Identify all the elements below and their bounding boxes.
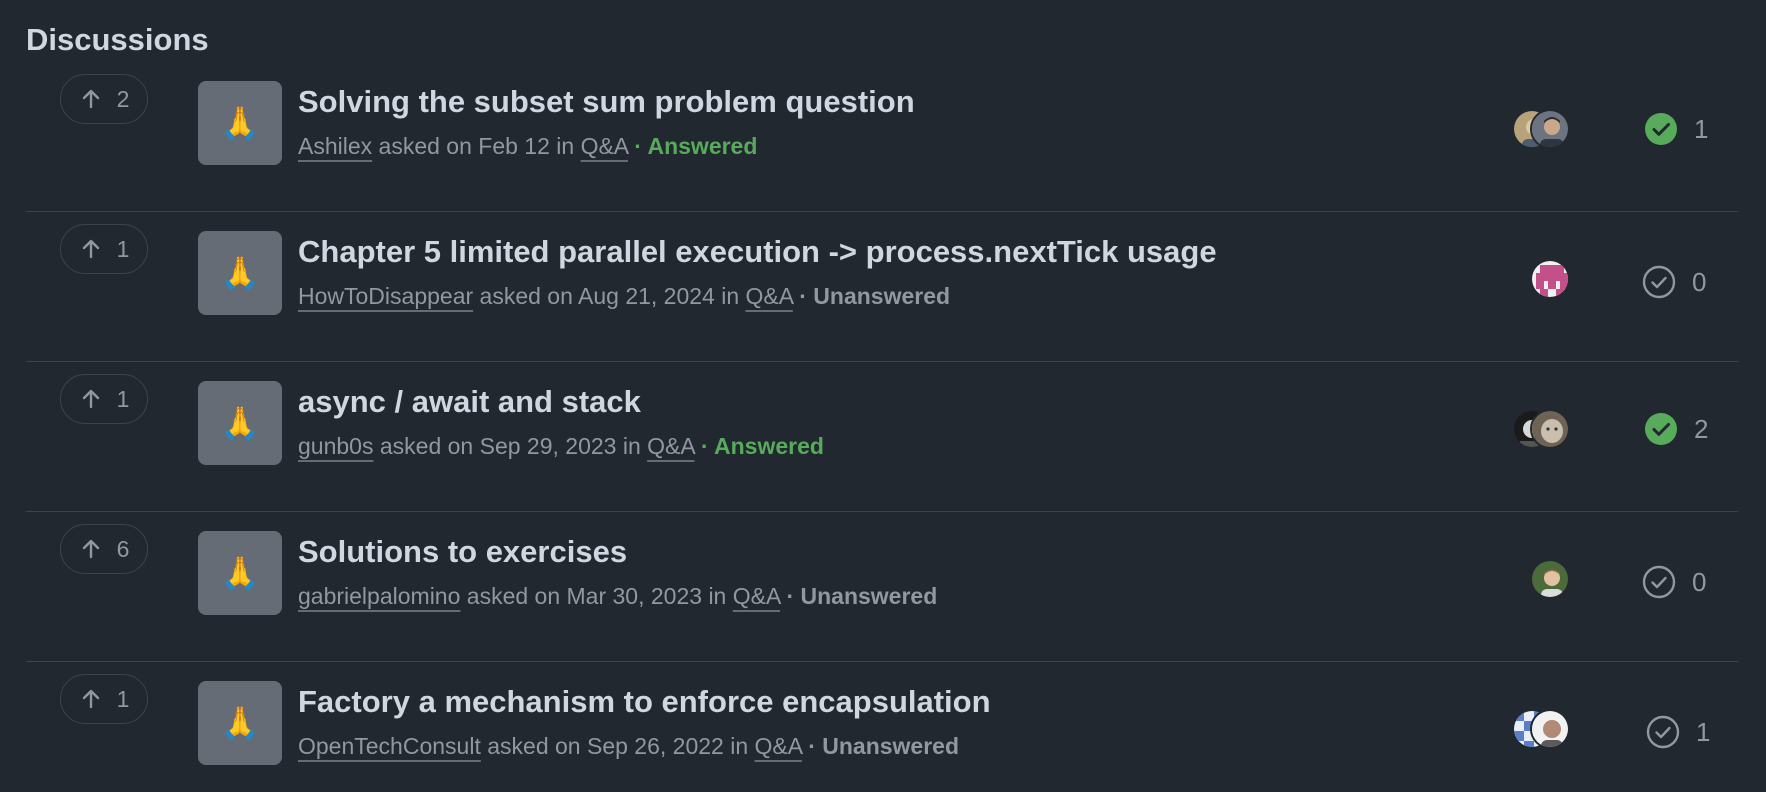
- participant-avatars: [1530, 559, 1570, 599]
- arrow-up-icon: [82, 389, 99, 409]
- avatar[interactable]: [1530, 259, 1570, 299]
- avatar[interactable]: [1530, 409, 1570, 449]
- discussion-row: 2 🙏 Solving the subset sum problem quest…: [26, 62, 1738, 212]
- check-circle-fill-icon: [1645, 113, 1677, 145]
- status-label: · Unanswered: [786, 583, 938, 609]
- category-emoji: 🙏: [198, 231, 282, 315]
- answer-count: 1: [1694, 113, 1709, 144]
- discussion-row: 1 🙏 async / await and stack gunb0s asked…: [26, 362, 1738, 512]
- author-link[interactable]: gunb0s: [298, 433, 373, 459]
- answer-count-group[interactable]: 1: [1644, 112, 1708, 146]
- vote-count: 1: [116, 235, 130, 262]
- author-link[interactable]: gabrielpalomino: [298, 583, 460, 609]
- author-link[interactable]: HowToDisappear: [298, 283, 473, 309]
- discussion-meta: HowToDisappear asked on Aug 21, 2024 in …: [298, 283, 950, 310]
- check-circle-fill-icon: [1645, 413, 1677, 445]
- check-circle-icon: [1642, 565, 1676, 599]
- participant-avatars: [1512, 109, 1570, 149]
- answer-count: 0: [1692, 566, 1707, 597]
- discussion-row: 1 🙏 Factory a mechanism to enforce encap…: [26, 662, 1738, 792]
- discussion-list: 2 🙏 Solving the subset sum problem quest…: [26, 62, 1738, 792]
- answer-count-group[interactable]: 0: [1642, 265, 1706, 299]
- page-title: Discussions: [26, 22, 209, 57]
- discussion-title[interactable]: Chapter 5 limited parallel execution -> …: [298, 234, 1217, 270]
- answer-count: 1: [1696, 716, 1711, 747]
- asked-text: asked on Sep 29, 2023 in: [379, 433, 641, 459]
- discussion-meta: gunb0s asked on Sep 29, 2023 in Q&A · An…: [298, 433, 824, 460]
- author-link[interactable]: OpenTechConsult: [298, 733, 481, 759]
- category-link[interactable]: Q&A: [746, 283, 793, 309]
- avatar[interactable]: [1530, 109, 1570, 149]
- arrow-up-icon: [82, 89, 99, 109]
- discussion-row: 6 🙏 Solutions to exercises gabrielpalomi…: [26, 512, 1738, 662]
- discussion-title[interactable]: Factory a mechanism to enforce encapsula…: [298, 684, 991, 720]
- avatar[interactable]: [1530, 709, 1570, 749]
- vote-count: 6: [116, 535, 130, 562]
- discussion-title[interactable]: Solutions to exercises: [298, 534, 627, 570]
- status-label: · Answered: [700, 433, 824, 459]
- vote-count: 2: [116, 85, 130, 112]
- category-emoji: 🙏: [198, 381, 282, 465]
- discussion-row: 1 🙏 Chapter 5 limited parallel execution…: [26, 212, 1738, 362]
- upvote-button[interactable]: 1: [60, 224, 148, 274]
- asked-text: asked on Feb 12 in: [378, 133, 575, 159]
- avatar[interactable]: [1530, 559, 1570, 599]
- status-label: · Unanswered: [799, 283, 951, 309]
- answer-count-group[interactable]: 1: [1646, 715, 1710, 749]
- answer-count: 2: [1694, 413, 1709, 444]
- vote-count: 1: [116, 385, 130, 412]
- arrow-up-icon: [82, 689, 99, 709]
- answer-count-group[interactable]: 0: [1642, 565, 1706, 599]
- upvote-button[interactable]: 1: [60, 674, 148, 724]
- upvote-button[interactable]: 1: [60, 374, 148, 424]
- answer-count-group[interactable]: 2: [1644, 412, 1708, 446]
- vote-count: 1: [116, 685, 130, 712]
- answer-count: 0: [1692, 266, 1707, 297]
- category-emoji: 🙏: [198, 81, 282, 165]
- upvote-button[interactable]: 2: [60, 74, 148, 124]
- category-link[interactable]: Q&A: [581, 133, 628, 159]
- author-link[interactable]: Ashilex: [298, 133, 372, 159]
- discussion-meta: Ashilex asked on Feb 12 in Q&A · Answere…: [298, 133, 757, 160]
- asked-text: asked on Aug 21, 2024 in: [479, 283, 740, 309]
- asked-text: asked on Sep 26, 2022 in: [487, 733, 749, 759]
- check-circle-icon: [1642, 265, 1676, 299]
- arrow-up-icon: [82, 539, 99, 559]
- participant-avatars: [1512, 409, 1570, 449]
- discussion-meta: gabrielpalomino asked on Mar 30, 2023 in…: [298, 583, 937, 610]
- category-link[interactable]: Q&A: [755, 733, 802, 759]
- category-link[interactable]: Q&A: [733, 583, 780, 609]
- category-emoji: 🙏: [198, 681, 282, 765]
- participant-avatars: [1530, 259, 1570, 299]
- category-emoji: 🙏: [198, 531, 282, 615]
- participant-avatars: [1512, 709, 1570, 749]
- status-label: · Answered: [634, 133, 758, 159]
- discussion-title[interactable]: Solving the subset sum problem question: [298, 84, 915, 120]
- discussion-meta: OpenTechConsult asked on Sep 26, 2022 in…: [298, 733, 959, 760]
- arrow-up-icon: [82, 239, 99, 259]
- discussion-title[interactable]: async / await and stack: [298, 384, 641, 420]
- status-label: · Unanswered: [808, 733, 960, 759]
- asked-text: asked on Mar 30, 2023 in: [466, 583, 727, 609]
- category-link[interactable]: Q&A: [647, 433, 694, 459]
- upvote-button[interactable]: 6: [60, 524, 148, 574]
- check-circle-icon: [1646, 715, 1680, 749]
